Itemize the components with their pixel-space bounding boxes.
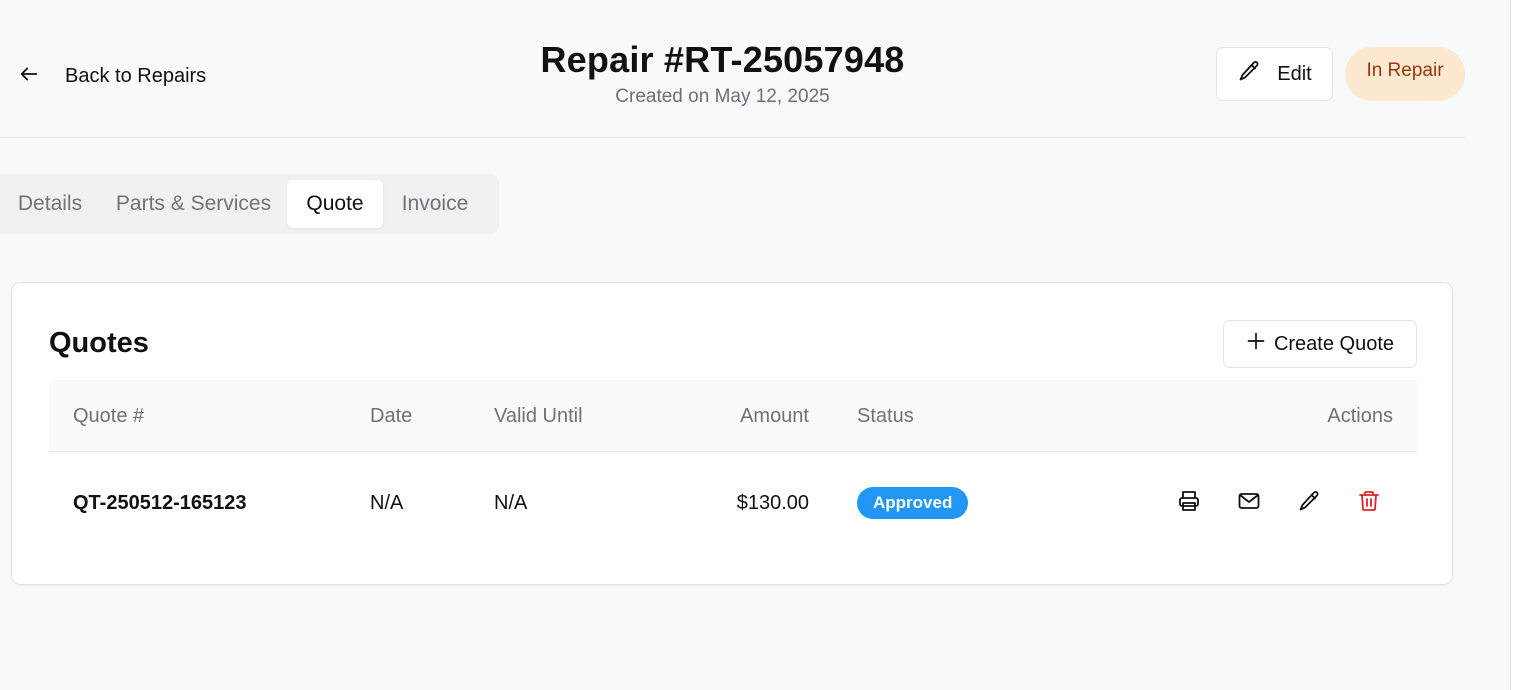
window-edge <box>1510 0 1514 690</box>
page-title: Repair #RT-25057948 <box>540 39 905 80</box>
email-button[interactable] <box>1233 487 1265 519</box>
tab-bar: Details Parts & Services Quote Invoice <box>0 174 499 234</box>
pencil-icon <box>1297 489 1321 518</box>
back-label: Back to Repairs <box>65 64 207 87</box>
arrow-left-icon <box>18 63 40 90</box>
pencil-icon <box>1237 59 1261 89</box>
column-status: Status <box>857 404 914 427</box>
page-subtitle: Created on May 12, 2025 <box>615 86 830 107</box>
quotes-title: Quotes <box>49 327 149 359</box>
trash-icon <box>1357 489 1381 518</box>
back-to-repairs-link[interactable]: Back to Repairs <box>18 60 206 92</box>
header-divider <box>0 137 1465 138</box>
mail-icon <box>1237 489 1261 518</box>
edit-quote-button[interactable] <box>1293 487 1325 519</box>
quotes-card: Quotes Create Quote Quote # Date Valid U… <box>11 282 1453 585</box>
tab-parts-services[interactable]: Parts & Services <box>100 180 287 228</box>
tab-details[interactable]: Details <box>0 180 100 228</box>
column-actions: Actions <box>1327 404 1393 427</box>
print-button[interactable] <box>1173 487 1205 519</box>
create-quote-label: Create Quote <box>1273 332 1395 355</box>
quote-number-cell: QT-250512-165123 <box>73 491 247 514</box>
edit-button[interactable]: Edit <box>1216 47 1333 101</box>
table-header: Quote # Date Valid Until Amount Status A… <box>49 380 1417 452</box>
table-row: QT-250512-165123 N/A N/A $130.00 Approve… <box>49 453 1417 553</box>
repair-status-badge: In Repair <box>1345 47 1465 101</box>
create-quote-button[interactable]: Create Quote <box>1223 320 1417 368</box>
column-valid-until: Valid Until <box>494 404 583 427</box>
column-amount: Amount <box>740 404 809 427</box>
delete-quote-button[interactable] <box>1353 487 1385 519</box>
plus-icon <box>1246 331 1266 357</box>
date-cell: N/A <box>370 491 404 514</box>
status-badge: Approved <box>857 487 969 519</box>
amount-cell: $130.00 <box>736 491 809 514</box>
valid-until-cell: N/A <box>494 491 528 514</box>
status-cell: Approved <box>857 453 969 553</box>
edit-label: Edit <box>1277 62 1312 85</box>
column-quote-number: Quote # <box>73 404 145 427</box>
column-date: Date <box>370 404 413 427</box>
tab-quote[interactable]: Quote <box>287 180 383 228</box>
title-block: Repair #RT-25057948 Created on May 12, 2… <box>470 38 975 108</box>
printer-icon <box>1177 489 1201 518</box>
tab-invoice[interactable]: Invoice <box>383 180 487 228</box>
